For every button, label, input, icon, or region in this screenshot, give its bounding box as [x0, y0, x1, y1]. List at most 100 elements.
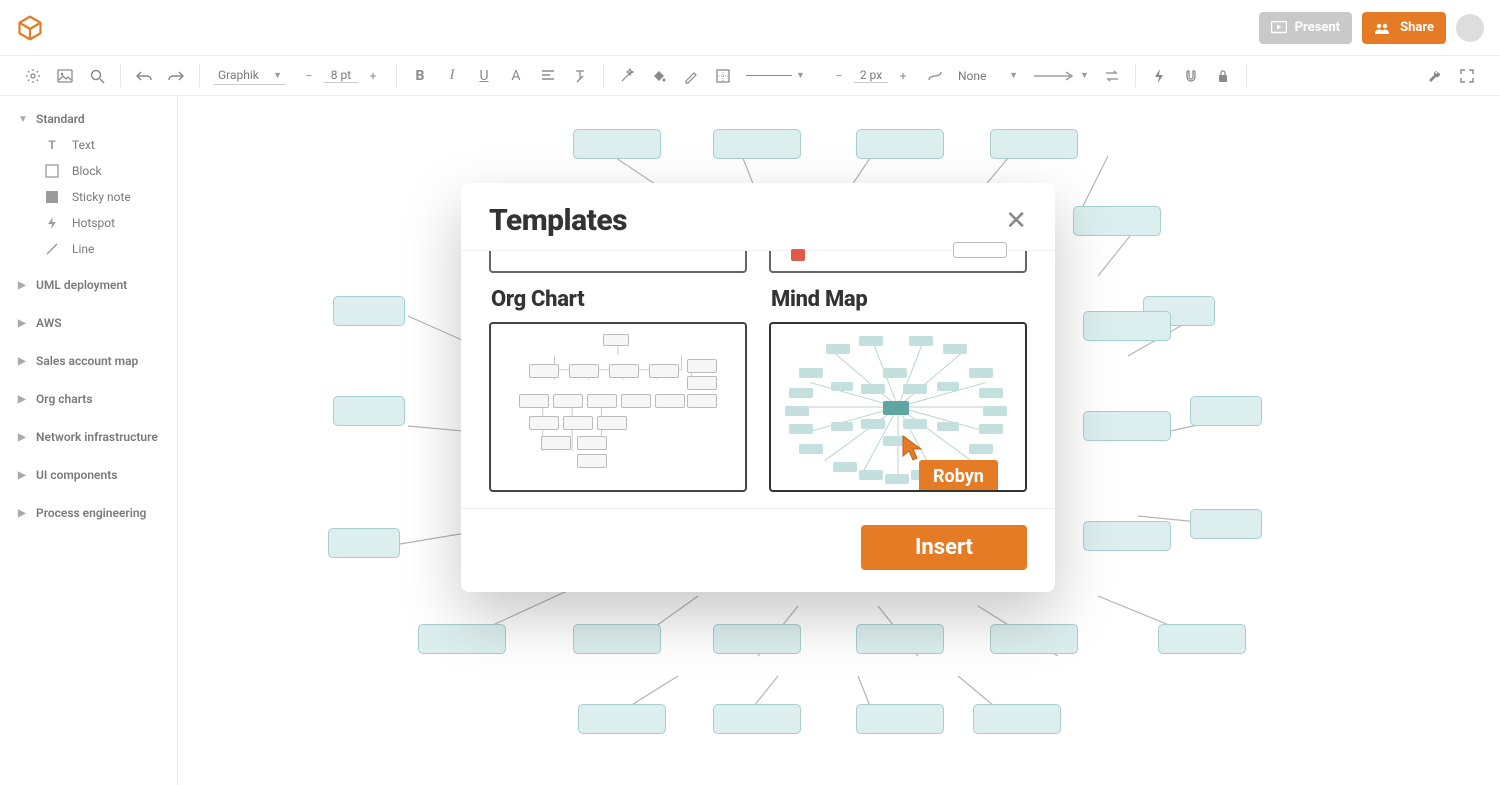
template-card-mindmap[interactable]: Robyn [769, 322, 1027, 492]
app-header: Present Share [0, 0, 1500, 56]
canvas-node[interactable] [1073, 206, 1161, 236]
template-label-mindmap: Mind Map [771, 287, 1027, 312]
undo-icon[interactable] [135, 67, 153, 85]
align-icon[interactable] [539, 67, 557, 85]
border-icon[interactable] [714, 67, 732, 85]
search-icon[interactable] [88, 67, 106, 85]
bolt-icon[interactable] [1150, 67, 1168, 85]
line-width-decrease[interactable]: − [830, 67, 848, 85]
line-width-input[interactable]: 2 px [854, 68, 888, 83]
bold-icon[interactable]: B [411, 67, 429, 85]
canvas-node[interactable] [1190, 509, 1262, 539]
canvas-node[interactable] [990, 129, 1078, 159]
text-color-icon[interactable]: A [507, 67, 525, 85]
italic-icon[interactable]: I [443, 67, 461, 85]
share-label: Share [1400, 20, 1434, 35]
clear-format-icon[interactable] [571, 67, 589, 85]
font-size-input[interactable]: 8 pt [324, 68, 358, 83]
present-icon [1271, 21, 1287, 35]
sidebar-item-text[interactable]: TText [0, 132, 177, 158]
text-icon: T [44, 137, 60, 153]
canvas-node[interactable] [578, 704, 666, 734]
canvas-node[interactable] [973, 704, 1061, 734]
share-button[interactable]: Share [1362, 12, 1446, 44]
magnet-icon[interactable] [1182, 67, 1200, 85]
sidebar-item-block[interactable]: Block [0, 158, 177, 184]
canvas-node[interactable] [333, 396, 405, 426]
canvas-node[interactable] [1083, 411, 1171, 441]
connector-icon[interactable] [926, 67, 944, 85]
canvas-node[interactable] [333, 296, 405, 326]
canvas-node[interactable] [856, 624, 944, 654]
sticky-icon [44, 189, 60, 205]
arrow-style-select[interactable]: ▼ [1032, 70, 1089, 81]
image-icon[interactable] [56, 67, 74, 85]
redo-icon[interactable] [167, 67, 185, 85]
caret-right-icon: ▶ [18, 318, 28, 329]
wrench-icon[interactable] [1426, 67, 1444, 85]
share-icon [1374, 21, 1392, 35]
hotspot-icon [44, 215, 60, 231]
sidebar-group-orgcharts[interactable]: ▶Org charts [0, 386, 177, 412]
canvas-node[interactable] [713, 704, 801, 734]
caret-right-icon: ▶ [18, 356, 28, 367]
caret-right-icon: ▶ [18, 508, 28, 519]
avatar[interactable] [1456, 14, 1484, 42]
underline-icon[interactable]: U [475, 67, 493, 85]
magic-icon[interactable] [618, 67, 636, 85]
sidebar-item-hotspot[interactable]: Hotspot [0, 210, 177, 236]
canvas-node[interactable] [990, 624, 1078, 654]
fullscreen-icon[interactable] [1458, 67, 1476, 85]
canvas-node[interactable] [573, 129, 661, 159]
caret-down-icon: ▼ [18, 114, 28, 125]
app-logo-icon [16, 14, 44, 42]
canvas-node[interactable] [1083, 521, 1171, 551]
line-end-select[interactable]: None▼ [958, 69, 1018, 83]
line-icon [44, 241, 60, 257]
sidebar-group-sales[interactable]: ▶Sales account map [0, 348, 177, 374]
caret-right-icon: ▶ [18, 394, 28, 405]
canvas-node[interactable] [418, 624, 506, 654]
modal-title: Templates [489, 203, 627, 238]
fill-icon[interactable] [650, 67, 668, 85]
insert-button[interactable]: Insert [861, 525, 1027, 570]
sidebar-item-sticky[interactable]: Sticky note [0, 184, 177, 210]
sidebar-group-aws[interactable]: ▶AWS [0, 310, 177, 336]
templates-modal: Templates ✕ Org Chart [461, 183, 1055, 592]
collaborator-tag: Robyn [919, 460, 998, 492]
shapes-sidebar: ▼ Standard TText Block Sticky note Hotsp… [0, 96, 178, 785]
canvas-node[interactable] [1083, 311, 1171, 341]
cursor-icon [901, 434, 925, 462]
line-style-select[interactable]: ▼ [746, 70, 816, 82]
template-card-orgchart[interactable] [489, 322, 747, 492]
canvas-node[interactable] [856, 704, 944, 734]
template-label-orgchart: Org Chart [491, 287, 747, 312]
pen-icon[interactable] [682, 67, 700, 85]
toolbar: Graphik▼ − 8 pt + B I U A ▼ − 2 px + Non… [0, 56, 1500, 96]
canvas-node[interactable] [573, 624, 661, 654]
canvas-node[interactable] [856, 129, 944, 159]
block-icon [44, 163, 60, 179]
swap-icon[interactable] [1103, 67, 1121, 85]
canvas-node[interactable] [713, 129, 801, 159]
sidebar-group-ui[interactable]: ▶UI components [0, 462, 177, 488]
font-select[interactable]: Graphik▼ [214, 66, 286, 85]
sidebar-item-line[interactable]: Line [0, 236, 177, 262]
lock-icon[interactable] [1214, 67, 1232, 85]
canvas-node[interactable] [1158, 624, 1246, 654]
sidebar-group-process[interactable]: ▶Process engineering [0, 500, 177, 526]
caret-right-icon: ▶ [18, 470, 28, 481]
present-button[interactable]: Present [1259, 12, 1352, 44]
canvas-node[interactable] [1190, 396, 1262, 426]
font-size-increase[interactable]: + [364, 67, 382, 85]
sidebar-group-uml[interactable]: ▶UML deployment [0, 272, 177, 298]
sidebar-group-standard[interactable]: ▼ Standard [0, 106, 177, 132]
canvas-node[interactable] [713, 624, 801, 654]
settings-icon[interactable] [24, 67, 42, 85]
caret-right-icon: ▶ [18, 432, 28, 443]
line-width-increase[interactable]: + [894, 67, 912, 85]
close-icon[interactable]: ✕ [1005, 206, 1027, 236]
canvas-node[interactable] [328, 528, 400, 558]
sidebar-group-network[interactable]: ▶Network infrastructure [0, 424, 177, 450]
font-size-decrease[interactable]: − [300, 67, 318, 85]
